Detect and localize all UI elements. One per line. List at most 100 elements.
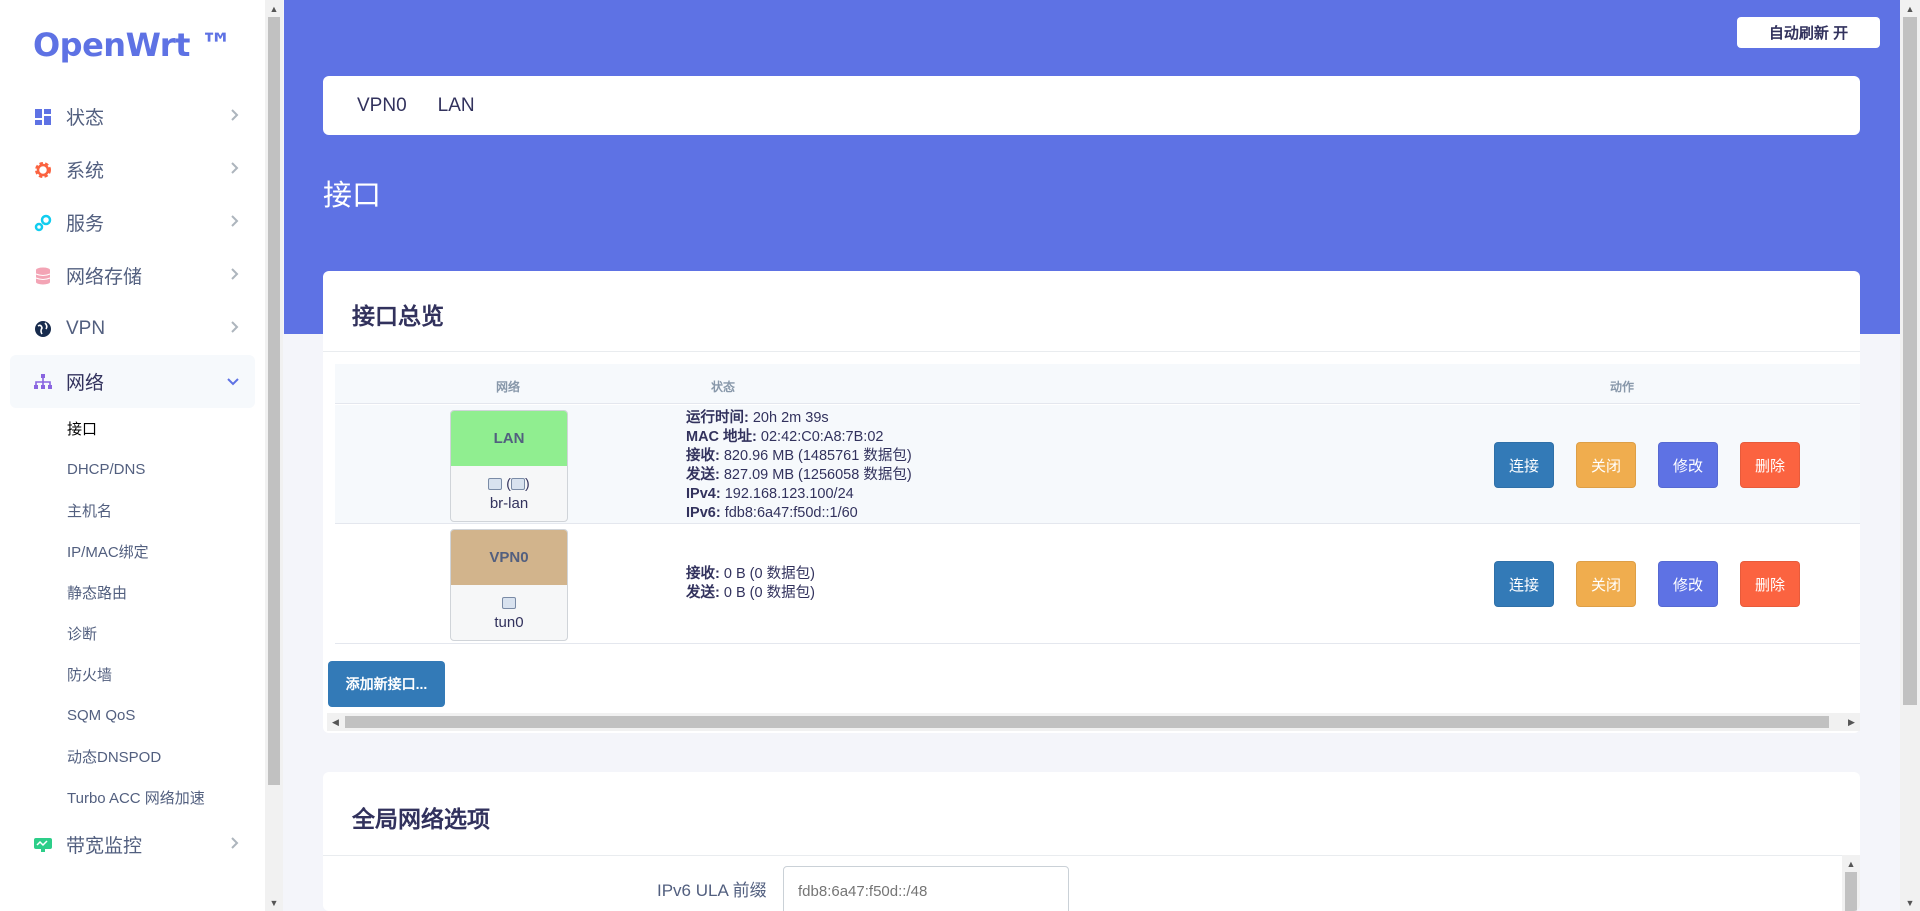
column-header-network: 网络 (496, 380, 521, 394)
chevron-right-icon (231, 214, 239, 232)
scroll-up-arrow-icon[interactable]: ▲ (265, 0, 283, 17)
brand-logo[interactable]: OpenWrt ™ (0, 0, 265, 90)
status-line: 运行时间: 20h 2m 39s (686, 410, 829, 426)
scroll-up-arrow-icon[interactable]: ▲ (1900, 0, 1920, 17)
tab-lan[interactable]: LAN (438, 95, 475, 117)
status-line: 接收: 820.96 MB (1485761 数据包) (686, 448, 912, 464)
services-icon (34, 214, 52, 232)
scroll-up-arrow-icon[interactable]: ▲ (1842, 855, 1860, 872)
sidebar-scroll-thumb[interactable] (268, 17, 280, 785)
submenu-item-sqm-qos[interactable]: SQM QoS (0, 695, 265, 736)
page-scroll-thumb[interactable] (1903, 17, 1917, 705)
edit-button[interactable]: 修改 (1658, 442, 1718, 488)
brand-name[interactable]: OpenWrt ™ (33, 26, 233, 64)
interface-badge-lan[interactable]: LAN () br-lan (450, 410, 568, 522)
scroll-down-arrow-icon[interactable]: ▼ (265, 894, 283, 911)
submenu-item-diagnostics[interactable]: 诊断 (0, 613, 265, 654)
status-line: 接收: 0 B (0 数据包) (686, 566, 815, 582)
submenu-item-static-routes[interactable]: 静态路由 (0, 572, 265, 613)
stop-button[interactable]: 关闭 (1576, 442, 1636, 488)
status-line: IPv4: 192.168.123.100/24 (686, 486, 854, 502)
scroll-right-arrow-icon[interactable]: ▶ (1843, 713, 1860, 731)
globe-icon (34, 320, 52, 338)
submenu-item-turbo-acc[interactable]: Turbo ACC 网络加速 (0, 777, 265, 818)
sidebar-item-label: 系统 (66, 161, 105, 182)
delete-button[interactable]: 删除 (1740, 442, 1800, 488)
chevron-right-icon (231, 267, 239, 285)
table-header: 网络 状态 动作 (335, 364, 1860, 404)
delete-button[interactable]: 删除 (1740, 561, 1800, 607)
table-horizontal-scrollbar[interactable]: ◀ ▶ (327, 713, 1860, 731)
add-interface-button[interactable]: 添加新接口... (328, 661, 445, 707)
divider (323, 351, 1860, 352)
sidebar-item-bandwidth[interactable]: 带宽监控 (10, 818, 255, 871)
sidebar-item-system[interactable]: 系统 (10, 143, 255, 196)
sidebar: OpenWrt ™ 状态 系统 服务 网络存储 VPN 网络 接口 DHCP/D… (0, 0, 265, 911)
scroll-left-arrow-icon[interactable]: ◀ (327, 713, 344, 731)
chevron-down-icon (227, 373, 239, 391)
page-title: 接口 (323, 180, 382, 212)
global-network-options-card: 全局网络选项 IPv6 ULA 前缀 ▲ (323, 772, 1860, 911)
status-line: 发送: 0 B (0 数据包) (686, 585, 815, 601)
dashboard-icon (34, 108, 52, 126)
auto-refresh-button[interactable]: 自动刷新 开 (1737, 17, 1880, 48)
sidebar-item-label: 网络存储 (66, 267, 143, 288)
sidebar-item-storage[interactable]: 网络存储 (10, 249, 255, 302)
bridge-icon (510, 478, 525, 491)
status-line: IPv6: fdb8:6a47:f50d::1/60 (686, 505, 858, 521)
device-name: br-lan (489, 495, 529, 512)
horizontal-scroll-thumb[interactable] (345, 716, 1829, 728)
submenu-item-dnspod[interactable]: 动态DNSPOD (0, 736, 265, 777)
sidebar-item-label: VPN (66, 317, 106, 339)
table-row: VPN0 tun0 接收: 0 B (0 数据包) 发送: 0 B (0 数据包… (335, 525, 1860, 644)
options-scroll-thumb[interactable] (1845, 872, 1857, 911)
connect-button[interactable]: 连接 (1494, 561, 1554, 607)
page-scrollbar[interactable]: ▲ ▼ (1900, 0, 1920, 911)
database-icon (34, 267, 52, 285)
ethernet-icon (488, 478, 503, 491)
sidebar-menu: 状态 系统 服务 网络存储 VPN 网络 接口 DHCP/DNS 主机名 IP/… (0, 90, 265, 871)
tunnel-icon (502, 597, 516, 610)
interface-status: 接收: 0 B (0 数据包) 发送: 0 B (0 数据包) (686, 565, 815, 603)
column-header-actions: 动作 (1610, 380, 1635, 394)
interface-status: 运行时间: 20h 2m 39s MAC 地址: 02:42:C0:A8:7B:… (686, 409, 912, 523)
interface-badge-vpn0[interactable]: VPN0 tun0 (450, 529, 568, 641)
chevron-right-icon (231, 836, 239, 854)
options-scrollbar[interactable]: ▲ (1842, 855, 1860, 911)
network-submenu: 接口 DHCP/DNS 主机名 IP/MAC绑定 静态路由 诊断 防火墙 SQM… (0, 408, 265, 818)
column-header-status: 状态 (711, 380, 736, 394)
submenu-item-firewall[interactable]: 防火墙 (0, 654, 265, 695)
chevron-right-icon (231, 320, 239, 338)
network-icon (34, 373, 52, 391)
stop-button[interactable]: 关闭 (1576, 561, 1636, 607)
ipv6-ula-prefix-label: IPv6 ULA 前缀 (657, 881, 767, 900)
submenu-item-ip-mac-binding[interactable]: IP/MAC绑定 (0, 531, 265, 572)
interface-devices: () (451, 475, 567, 491)
interface-overview-card: 接口总览 网络 状态 动作 LAN () br-lan 运行时间: 20h 2m… (323, 271, 1860, 733)
status-line: MAC 地址: 02:42:C0:A8:7B:02 (686, 429, 884, 445)
card-title: 全局网络选项 (352, 806, 490, 832)
submenu-item-hostnames[interactable]: 主机名 (0, 490, 265, 531)
interface-devices (451, 594, 567, 610)
card-title: 接口总览 (352, 303, 444, 329)
sidebar-item-label: 状态 (66, 108, 105, 129)
sidebar-item-services[interactable]: 服务 (10, 196, 255, 249)
divider (323, 855, 1860, 856)
ipv6-ula-prefix-input[interactable] (783, 866, 1069, 911)
connect-button[interactable]: 连接 (1494, 442, 1554, 488)
interface-name: LAN (451, 411, 567, 466)
submenu-item-dhcp-dns[interactable]: DHCP/DNS (0, 449, 265, 490)
sidebar-item-vpn[interactable]: VPN (10, 302, 255, 355)
sidebar-scrollbar[interactable]: ▲ ▼ (265, 0, 283, 911)
chevron-right-icon (231, 161, 239, 179)
interface-tabs: VPN0 LAN (323, 76, 1860, 135)
device-name: tun0 (494, 614, 524, 631)
table-row: LAN () br-lan 运行时间: 20h 2m 39s MAC 地址: 0… (335, 405, 1860, 524)
scroll-down-arrow-icon[interactable]: ▼ (1900, 894, 1920, 911)
submenu-item-interfaces[interactable]: 接口 (0, 408, 265, 449)
tab-vpn0[interactable]: VPN0 (357, 95, 407, 117)
sidebar-item-status[interactable]: 状态 (10, 90, 255, 143)
gear-icon (34, 161, 52, 179)
sidebar-item-network[interactable]: 网络 (10, 355, 255, 408)
edit-button[interactable]: 修改 (1658, 561, 1718, 607)
